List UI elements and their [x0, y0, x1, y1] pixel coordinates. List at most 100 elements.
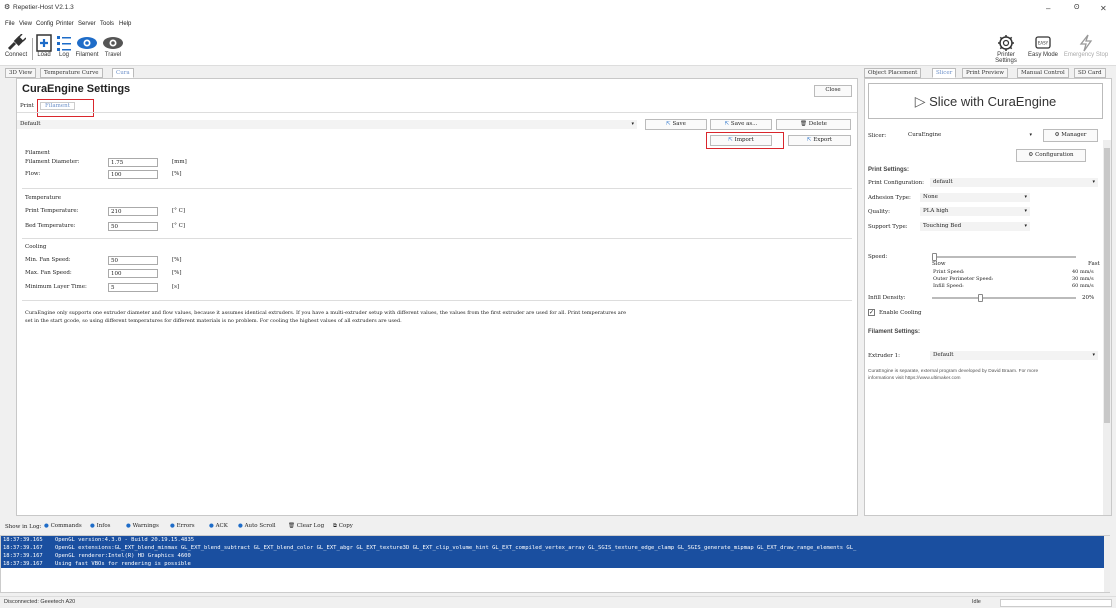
chevron-down-icon: ▾ [1024, 208, 1027, 214]
tab-manual-control[interactable]: Manual Control [1017, 68, 1069, 78]
easy-mode-button[interactable]: EASY Easy Mode [1027, 34, 1059, 58]
tab-temperature-curve[interactable]: Temperature Curve [40, 68, 103, 78]
flow-unit: [%] [172, 171, 182, 177]
log-time: 18:37:39.167 [3, 545, 43, 551]
print-configuration-select[interactable]: default ▾ [930, 178, 1098, 187]
log-area[interactable]: 18:37:39.165 OpenGL version:4.3.0 - Build… [0, 535, 1110, 593]
tab-3d-view[interactable]: 3D View [5, 68, 37, 78]
easy-mode-icon: EASY [1035, 36, 1051, 49]
speed-slider-thumb[interactable] [932, 253, 937, 261]
adhesion-type-select[interactable]: None ▾ [920, 193, 1030, 202]
infill-speed-value: 60 mm/s [1072, 283, 1094, 289]
menu-view[interactable]: View [19, 21, 32, 27]
tab-object-placement[interactable]: Object Placement [864, 68, 922, 78]
flow-input[interactable]: 100 [108, 170, 158, 179]
tab-cura[interactable]: Cura [112, 68, 134, 78]
save-button[interactable]: ⇱ Save [645, 119, 707, 130]
printer-settings-button[interactable]: Printer Settings [986, 34, 1026, 64]
menu-printer[interactable]: Printer [56, 21, 74, 27]
filament-profile-select[interactable]: Default ▾ [17, 120, 637, 129]
filament-settings-heading: Filament Settings: [868, 329, 921, 335]
filament-button[interactable]: Filament [74, 34, 100, 58]
log-filter-infos[interactable]: ● Infos [90, 523, 110, 529]
log-filter-commands[interactable]: ● Commands [44, 523, 82, 529]
infill-density-slider-track[interactable] [932, 294, 1076, 302]
log-button[interactable]: Log [55, 34, 73, 58]
status-bar: Disconnected: Geeetech A20 Idle [0, 596, 1116, 608]
maximize-button[interactable]: ʘ [1074, 4, 1079, 11]
filament-label: Filament [75, 52, 99, 58]
emergency-stop-button[interactable]: Emergency Stop [1060, 34, 1112, 58]
print-configuration-label: Print Configuration: [868, 180, 924, 186]
tab-sd-card[interactable]: SD Card [1074, 68, 1106, 78]
delete-label: Delete [808, 121, 827, 127]
load-button[interactable]: Load [34, 34, 54, 58]
export-button[interactable]: ⇱ Export [788, 135, 851, 146]
travel-button[interactable]: Travel [102, 34, 124, 58]
tab-slicer[interactable]: Slicer [932, 68, 957, 78]
title-bar: ⚙ Repetier-Host V2.1.3 – ʘ ✕ [0, 0, 1116, 20]
log-label: Log [58, 52, 69, 58]
curaengine-info-line-1: CuraEngine is separate, external program… [868, 369, 1039, 374]
max-fan-speed-input[interactable]: 100 [108, 269, 158, 278]
infill-density-slider-thumb[interactable] [978, 294, 983, 302]
log-time: 18:37:39.167 [3, 553, 43, 559]
import-button-highlight [706, 132, 784, 149]
clear-log-button[interactable]: 🗑 Clear Log [288, 523, 324, 529]
log-filter-warnings[interactable]: ● Warnings [126, 523, 159, 529]
log-auto-scroll[interactable]: ● Auto Scroll [238, 523, 276, 529]
print-speed-value: 40 mm/s [1072, 269, 1094, 275]
filament-diameter-input[interactable]: 1.75 [108, 158, 158, 167]
menu-server[interactable]: Server [78, 21, 96, 27]
print-temperature-label: Print Temperature: [25, 208, 79, 214]
log-text: Using fast VBOs for rendering is possibl… [55, 561, 191, 567]
blue-dot-icon: ● [90, 523, 95, 529]
extruder-1-select[interactable]: Default ▾ [930, 351, 1098, 360]
copy-button[interactable]: ⧉ Copy [333, 523, 353, 530]
log-time: 18:37:39.165 [3, 537, 43, 543]
filament-diameter-unit: [mm] [172, 159, 187, 165]
menu-config[interactable]: Config [36, 21, 53, 27]
speed-label: Speed: [868, 254, 888, 260]
close-window-button[interactable]: ✕ [1100, 4, 1107, 13]
slicer-select[interactable]: CuraEngine ▾ [905, 131, 1035, 140]
log-filter-ack[interactable]: ● ACK [209, 523, 228, 529]
flow-label: Flow: [25, 171, 41, 177]
enable-cooling-checkbox[interactable]: ✓ [868, 309, 875, 316]
infill-speed-label: Infill Speed: [933, 283, 964, 289]
connect-label: Connect [4, 52, 28, 58]
menu-tools[interactable]: Tools [100, 21, 114, 27]
save-as-label: Save as... [730, 121, 758, 127]
speed-slider-track[interactable] [932, 253, 1076, 261]
log-line: 18:37:39.167 OpenGL renderer:Intel(R) HD … [3, 553, 191, 559]
connect-button[interactable]: Connect [2, 34, 30, 58]
support-type-select[interactable]: Touching Bed ▾ [920, 222, 1030, 231]
minimize-button[interactable]: – [1046, 4, 1050, 13]
menu-file[interactable]: File [5, 21, 15, 27]
log-time: 18:37:39.167 [3, 561, 43, 567]
play-icon: ▷ [914, 93, 926, 109]
min-fan-speed-input[interactable]: 50 [108, 256, 158, 265]
bed-temperature-input[interactable]: 50 [108, 222, 158, 231]
quality-select[interactable]: PLA high ▾ [920, 207, 1030, 216]
log-line: 18:37:39.167 Using fast VBOs for renderin… [3, 561, 191, 567]
close-button[interactable]: Close [814, 85, 852, 97]
save-as-button[interactable]: ⇱ Save as... [710, 119, 772, 130]
subtab-print[interactable]: Print [20, 103, 34, 109]
delete-button[interactable]: 🗑 Delete [776, 119, 851, 130]
slicer-scrollbar[interactable] [1103, 140, 1111, 515]
svg-text:EASY: EASY [1038, 41, 1049, 46]
log-filter-errors[interactable]: ● Errors [170, 523, 195, 529]
manager-button[interactable]: ⚙ Manager [1043, 129, 1098, 142]
bed-temperature-label: Bed Temperature: [25, 223, 76, 229]
min-layer-time-input[interactable]: 5 [108, 283, 158, 292]
menu-help[interactable]: Help [119, 21, 131, 27]
slice-with-curaengine-button[interactable]: ▷ Slice with CuraEngine [868, 83, 1103, 119]
chevron-down-icon: ▾ [631, 121, 634, 127]
tab-print-preview[interactable]: Print Preview [962, 68, 1009, 78]
slicer-select-value: CuraEngine [908, 132, 942, 138]
blue-dot-icon: ● [238, 523, 243, 529]
configuration-button[interactable]: ⚙ Configuration [1016, 149, 1086, 162]
print-temperature-input[interactable]: 210 [108, 207, 158, 216]
log-scrollbar[interactable] [1104, 536, 1110, 592]
